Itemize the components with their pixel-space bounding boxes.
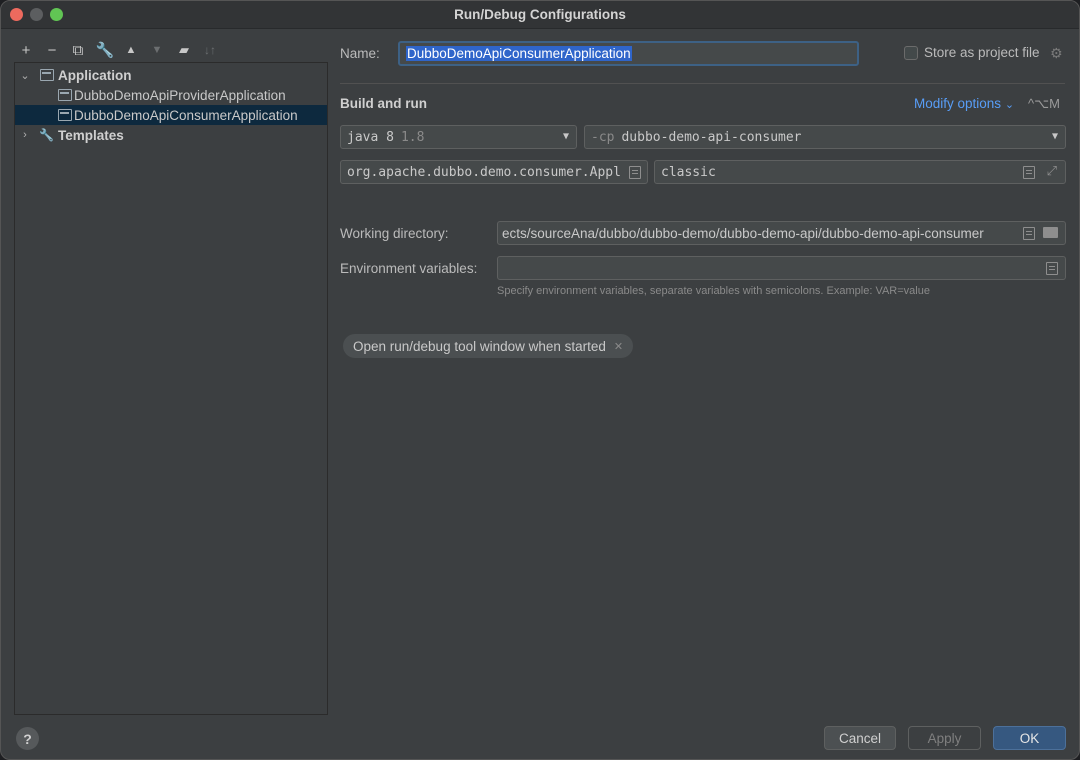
cp-value: dubbo-demo-api-consumer bbox=[621, 129, 802, 145]
option-chip[interactable]: Open run/debug tool window when started … bbox=[343, 334, 634, 358]
arrow-down-icon[interactable]: ▼ bbox=[148, 41, 166, 59]
folder-icon[interactable] bbox=[1043, 227, 1058, 238]
tree-item-label: DubboDemoApiProviderApplication bbox=[74, 87, 286, 103]
classpath-select[interactable]: -cp dubbo-demo-api-consumer ▼ bbox=[584, 125, 1066, 149]
application-icon bbox=[40, 69, 54, 81]
tree-item-consumer[interactable]: DubboDemoApiConsumerApplication bbox=[15, 105, 327, 125]
tree-group-label: Templates bbox=[58, 127, 124, 143]
apply-button[interactable]: Apply bbox=[908, 726, 981, 750]
ok-button[interactable]: OK bbox=[993, 726, 1066, 750]
jre-name: java 8 bbox=[347, 129, 394, 145]
tree-item-provider[interactable]: DubboDemoApiProviderApplication bbox=[15, 85, 327, 105]
working-directory-value: ects/sourceAna/dubbo/dubbo-demo/dubbo-de… bbox=[502, 225, 984, 241]
edit-icon[interactable] bbox=[1046, 262, 1058, 275]
section-title: Build and run bbox=[340, 96, 427, 111]
modify-options-link[interactable]: Modify options ⌄ bbox=[914, 96, 1014, 111]
configurations-tree: ⌄ Application DubboDemoApiProviderApplic… bbox=[14, 62, 328, 715]
working-directory-field[interactable]: ects/sourceAna/dubbo/dubbo-demo/dubbo-de… bbox=[497, 221, 1066, 245]
application-config-icon bbox=[58, 89, 72, 101]
sort-icon[interactable]: ↓↑ bbox=[201, 41, 219, 59]
expand-icon[interactable]: ⤢ bbox=[1047, 164, 1057, 179]
store-project-file-label[interactable]: Store as project file bbox=[924, 45, 1040, 60]
run-debug-dialog: Run/Debug Configurations + − ⧉ 🔧 ▲ ▼ ▰ ↓… bbox=[0, 0, 1080, 760]
name-label: Name: bbox=[340, 46, 380, 61]
browse-icon[interactable] bbox=[629, 166, 641, 179]
arrow-up-icon[interactable]: ▲ bbox=[122, 41, 140, 59]
chevron-down-icon: ⌄ bbox=[1004, 99, 1015, 111]
application-config-icon bbox=[58, 109, 72, 121]
cp-flag: -cp bbox=[591, 129, 615, 145]
tree-group-application[interactable]: ⌄ Application bbox=[15, 65, 327, 85]
help-button[interactable]: ? bbox=[16, 727, 39, 750]
minus-icon[interactable]: − bbox=[43, 41, 61, 59]
chevron-right-icon[interactable]: › bbox=[19, 129, 31, 141]
environment-variables-hint: Specify environment variables, separate … bbox=[497, 285, 930, 297]
modify-options-label: Modify options bbox=[914, 96, 1002, 111]
program-arguments-field[interactable]: classic ⤢ bbox=[654, 160, 1066, 184]
jre-select[interactable]: java 8 1.8 ▼ bbox=[340, 125, 577, 149]
main-class-value: org.apache.dubbo.demo.consumer.Appl bbox=[347, 164, 621, 180]
option-chip-label: Open run/debug tool window when started bbox=[353, 338, 606, 354]
store-project-file-checkbox[interactable] bbox=[904, 46, 918, 60]
window-title: Run/Debug Configurations bbox=[454, 7, 626, 22]
close-icon[interactable]: ✕ bbox=[614, 340, 623, 353]
working-directory-label: Working directory: bbox=[340, 226, 449, 241]
tree-group-label: Application bbox=[58, 67, 132, 83]
gear-icon[interactable]: ⚙ bbox=[1050, 45, 1063, 62]
environment-variables-label: Environment variables: bbox=[340, 261, 478, 276]
jre-version: 1.8 bbox=[400, 129, 425, 145]
name-input[interactable]: DubboDemoApiConsumerApplication bbox=[398, 41, 859, 66]
tree-item-label: DubboDemoApiConsumerApplication bbox=[74, 107, 298, 123]
environment-variables-field[interactable] bbox=[497, 256, 1066, 280]
plus-icon[interactable]: + bbox=[17, 41, 35, 59]
tree-group-templates[interactable]: › 🔧 Templates bbox=[15, 125, 327, 145]
macro-icon[interactable] bbox=[1023, 227, 1035, 240]
chevron-down-icon[interactable]: ⌄ bbox=[19, 69, 31, 82]
folder-add-icon[interactable]: ▰ bbox=[175, 41, 193, 59]
cancel-button[interactable]: Cancel bbox=[824, 726, 896, 750]
wrench-icon[interactable]: 🔧 bbox=[96, 41, 115, 59]
main-class-field[interactable]: org.apache.dubbo.demo.consumer.Appl bbox=[340, 160, 648, 184]
copy-icon[interactable]: ⧉ bbox=[69, 41, 87, 59]
divider bbox=[340, 83, 1065, 84]
modify-shortcut: ^⌥M bbox=[1028, 96, 1060, 111]
edit-icon[interactable] bbox=[1023, 166, 1035, 179]
title-bar: Run/Debug Configurations bbox=[1, 1, 1079, 29]
dropdown-arrow-icon: ▼ bbox=[562, 131, 569, 142]
dropdown-arrow-icon: ▼ bbox=[1051, 131, 1058, 142]
name-value: DubboDemoApiConsumerApplication bbox=[406, 46, 632, 61]
wrench-icon: 🔧 bbox=[39, 128, 54, 142]
program-arguments-value: classic bbox=[661, 164, 716, 180]
